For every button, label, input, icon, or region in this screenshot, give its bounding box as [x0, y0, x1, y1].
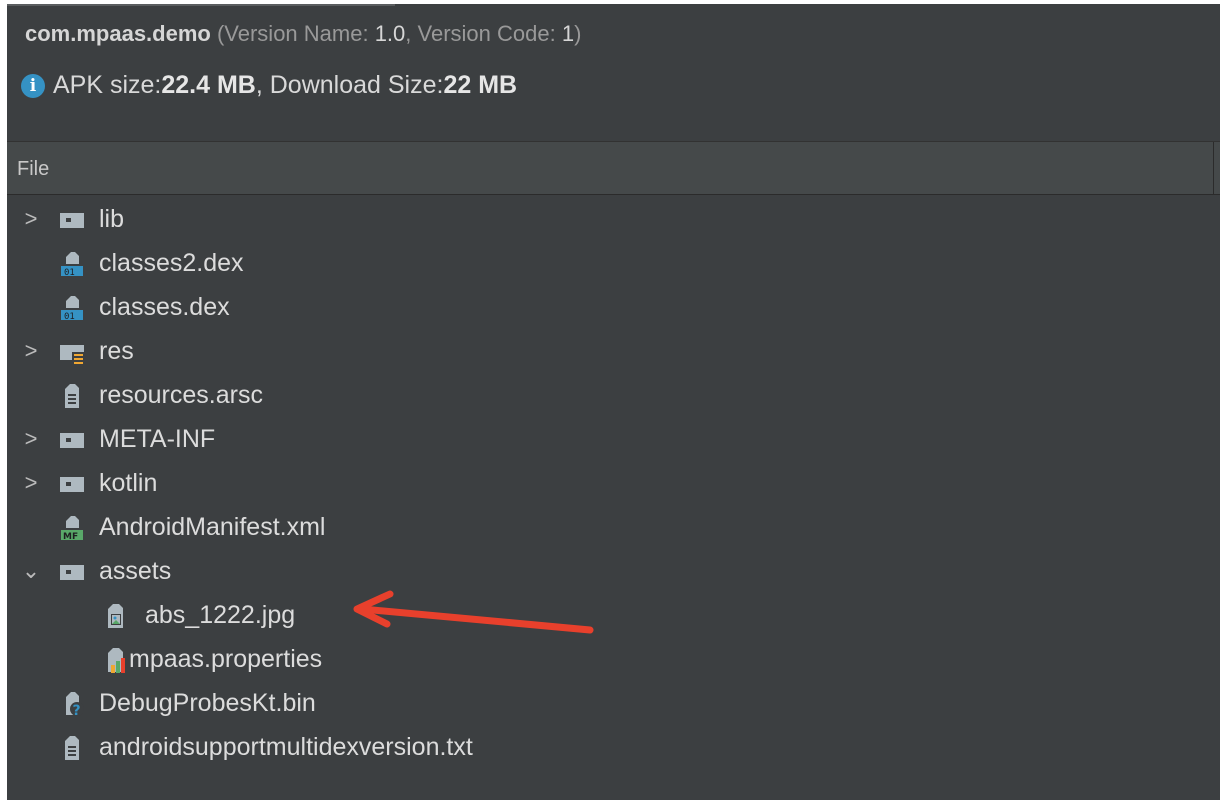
- resource-folder-icon: [59, 339, 85, 365]
- folder-icon: [59, 207, 85, 233]
- svg-text:MF: MF: [63, 532, 78, 541]
- version-name: 1.0: [374, 21, 406, 46]
- properties-file-icon: [103, 647, 129, 673]
- size-info: i APK size: 22.4 MB, Download Size: 22 M…: [21, 71, 517, 100]
- tree-label: androidsupportmultidexversion.txt: [99, 733, 473, 761]
- tree-row-res[interactable]: > res: [7, 330, 1220, 374]
- tree-label: classes.dex: [99, 293, 230, 321]
- tree-label: lib: [99, 205, 125, 233]
- tree-label: DebugProbesKt.bin: [99, 689, 316, 717]
- chevron-right-icon[interactable]: >: [21, 339, 41, 363]
- tree-label: META-INF: [99, 425, 216, 453]
- chevron-right-icon[interactable]: >: [21, 471, 41, 495]
- tree-row-classes2-dex[interactable]: 01 classes2.dex: [7, 242, 1220, 286]
- tree-row-resources-arsc[interactable]: resources.arsc: [7, 374, 1220, 418]
- file-column-label: File: [17, 158, 50, 180]
- tree-label: classes2.dex: [99, 249, 244, 277]
- svg-text:01: 01: [64, 312, 75, 321]
- apk-summary-header: com.mpaas.demo (Version Name: 1.0, Versi…: [7, 4, 1220, 141]
- chevron-right-icon[interactable]: >: [21, 427, 41, 451]
- tree-row-mpaas-properties[interactable]: mpaas.properties: [7, 638, 1220, 682]
- version-close: ): [574, 21, 582, 46]
- tree-label: abs_1222.jpg: [145, 601, 296, 629]
- download-size-prefix: , Download Size:: [255, 71, 444, 99]
- file-tree: > lib 01 classes2.dex 01 classes.dex > r…: [7, 195, 1220, 800]
- tree-label: AndroidManifest.xml: [99, 513, 326, 541]
- folder-icon: [59, 427, 85, 453]
- tree-label: kotlin: [99, 469, 158, 497]
- package-name: com.mpaas.demo: [25, 21, 211, 46]
- svg-text:?: ?: [73, 703, 81, 717]
- tree-row-classes-dex[interactable]: 01 classes.dex: [7, 286, 1220, 330]
- folder-icon: [59, 559, 85, 585]
- tree-row-android-manifest[interactable]: MF AndroidManifest.xml: [7, 506, 1220, 550]
- tree-row-debug-probes-bin[interactable]: ? DebugProbesKt.bin: [7, 682, 1220, 726]
- version-code: 1: [561, 21, 575, 46]
- apk-size-value: 22.4 MB: [161, 71, 256, 99]
- tree-label: assets: [99, 557, 172, 585]
- text-file-icon: [59, 735, 85, 761]
- unknown-file-icon: ?: [59, 691, 85, 719]
- tree-row-kotlin[interactable]: > kotlin: [7, 462, 1220, 506]
- tree-label: mpaas.properties: [129, 645, 323, 673]
- text-file-icon: [59, 383, 85, 409]
- folder-icon: [59, 471, 85, 497]
- apk-analyzer-panel: com.mpaas.demo (Version Name: 1.0, Versi…: [7, 4, 1220, 800]
- package-info: com.mpaas.demo (Version Name: 1.0, Versi…: [25, 21, 581, 47]
- info-icon: i: [21, 73, 45, 98]
- file-column-header[interactable]: File: [7, 141, 1220, 196]
- tree-row-abs-1222-jpg[interactable]: abs_1222.jpg: [7, 594, 1220, 638]
- column-resize-handle[interactable]: [1213, 142, 1214, 196]
- version-sep: , Version Code:: [405, 21, 562, 46]
- download-size-value: 22 MB: [443, 71, 518, 99]
- tree-row-lib[interactable]: > lib: [7, 198, 1220, 242]
- dex-file-icon: 01: [59, 251, 85, 278]
- dex-file-icon: 01: [59, 295, 85, 322]
- svg-text:01: 01: [64, 268, 75, 277]
- tree-row-meta-inf[interactable]: > META-INF: [7, 418, 1220, 462]
- apk-size-prefix: APK size:: [53, 71, 162, 99]
- header-top-border: [7, 4, 395, 6]
- tree-label: res: [99, 337, 134, 365]
- tree-row-androidsupportmultidexversion-txt[interactable]: androidsupportmultidexversion.txt: [7, 726, 1220, 770]
- chevron-right-icon[interactable]: >: [21, 207, 41, 231]
- tree-label: resources.arsc: [99, 381, 263, 409]
- manifest-file-icon: MF: [59, 515, 85, 542]
- image-file-icon: [103, 603, 129, 629]
- version-open: (Version Name:: [210, 21, 375, 46]
- tree-row-assets[interactable]: ⌄ assets: [7, 550, 1220, 594]
- chevron-down-icon[interactable]: ⌄: [21, 559, 41, 583]
